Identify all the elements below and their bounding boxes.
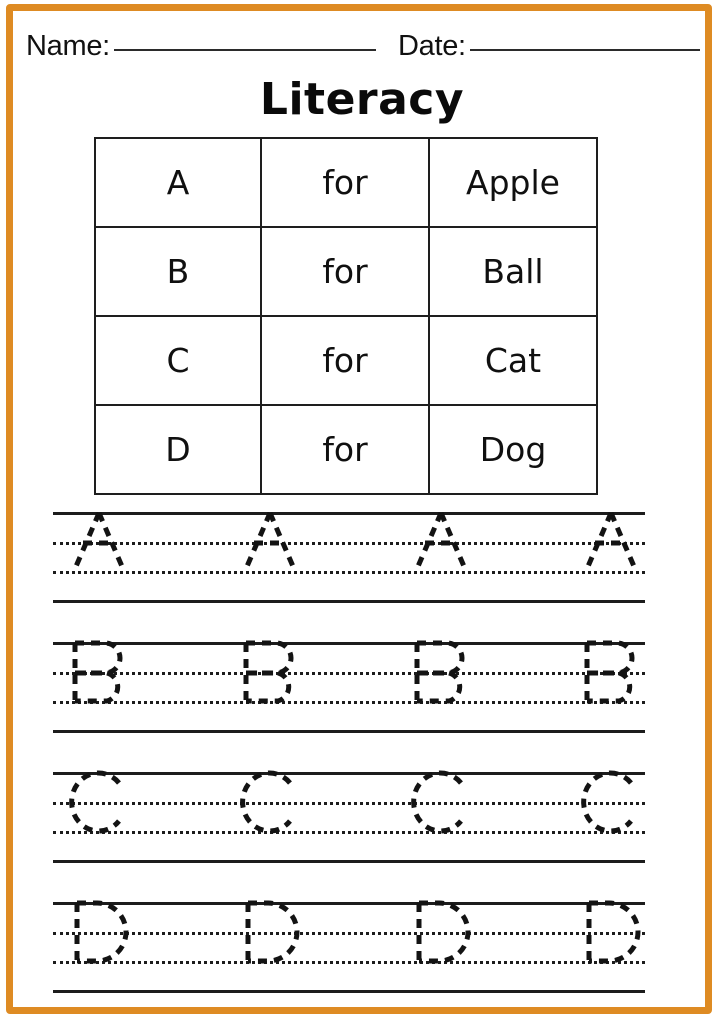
cell-connector: for (260, 226, 430, 317)
letter-word-table: A for Apple B for Ball C for Cat D for D… (94, 137, 598, 495)
trace-glyph-b[interactable] (240, 640, 304, 704)
cell-word: Cat (428, 315, 598, 406)
cell-connector: for (260, 404, 430, 495)
date-write-line[interactable] (469, 49, 700, 51)
trace-letter-set-A[interactable] (53, 512, 645, 572)
table-row: C for Cat (94, 315, 598, 406)
trace-row-A (53, 512, 645, 603)
cell-word: Dog (428, 404, 598, 495)
rule-line-descender (53, 730, 645, 733)
trace-row-D (53, 900, 645, 993)
cell-letter: D (94, 404, 262, 495)
trace-glyph-b[interactable] (411, 640, 475, 704)
trace-glyph-c[interactable] (411, 770, 475, 834)
cell-connector: for (260, 315, 430, 406)
page-title: Literacy (259, 74, 465, 125)
trace-letter-set-D[interactable] (53, 900, 645, 964)
worksheet-page: Name: Date: Literacy A for Apple B for B… (0, 0, 724, 1024)
cell-letter: C (94, 315, 262, 406)
trace-glyph-d[interactable] (240, 900, 304, 964)
cell-word: Ball (428, 226, 598, 317)
cell-letter: B (94, 226, 262, 317)
trace-letter-set-B[interactable] (53, 640, 645, 704)
header-row: Name: Date: (0, 30, 724, 72)
trace-glyph-b[interactable] (581, 640, 645, 704)
date-label: Date: (398, 30, 466, 62)
trace-glyph-d[interactable] (581, 900, 645, 964)
date-field[interactable]: Date: (398, 30, 700, 72)
trace-glyph-c[interactable] (69, 770, 133, 834)
cell-connector: for (260, 137, 430, 228)
name-label: Name: (26, 30, 110, 62)
trace-row-C (53, 770, 645, 863)
rule-line-descender (53, 860, 645, 863)
trace-glyph-c[interactable] (581, 770, 645, 834)
rule-line-descender (53, 600, 645, 603)
table-row: D for Dog (94, 404, 598, 495)
trace-glyph-a[interactable] (240, 512, 304, 572)
name-field[interactable]: Name: (26, 30, 376, 72)
trace-glyph-a[interactable] (581, 512, 645, 572)
trace-glyph-c[interactable] (240, 770, 304, 834)
trace-row-B (53, 640, 645, 733)
rule-line-descender (53, 990, 645, 993)
name-write-line[interactable] (113, 49, 376, 51)
table-row: B for Ball (94, 226, 598, 317)
trace-glyph-a[interactable] (411, 512, 475, 572)
cell-word: Apple (428, 137, 598, 228)
trace-glyph-d[interactable] (69, 900, 133, 964)
cell-letter: A (94, 137, 262, 228)
table-row: A for Apple (94, 137, 598, 228)
trace-letter-set-C[interactable] (53, 770, 645, 834)
trace-glyph-a[interactable] (69, 512, 133, 572)
trace-glyph-d[interactable] (411, 900, 475, 964)
trace-glyph-b[interactable] (69, 640, 133, 704)
